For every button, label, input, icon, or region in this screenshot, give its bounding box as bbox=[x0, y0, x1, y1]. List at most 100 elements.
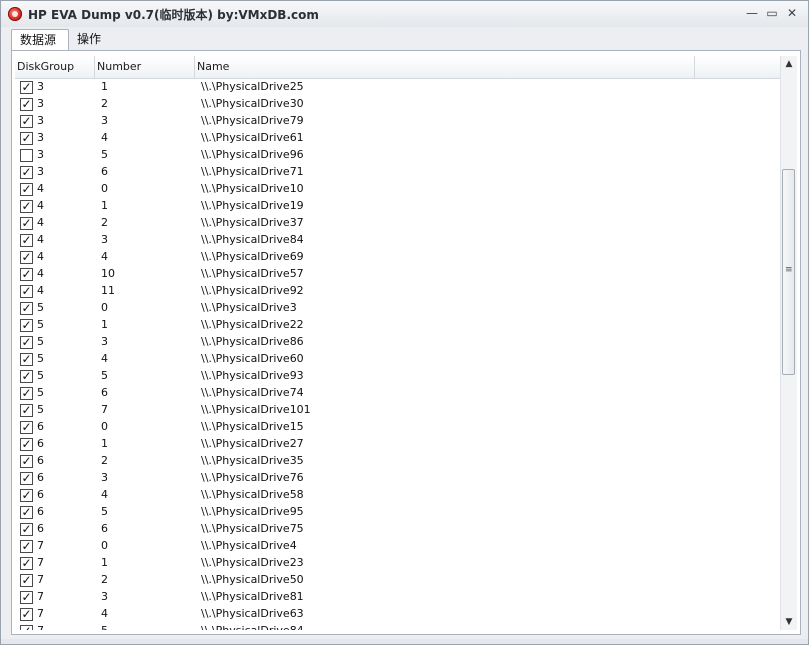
row-checkbox-checked[interactable]: ✓ bbox=[20, 353, 33, 366]
table-row[interactable]: ✓ 5 3 \\.\PhysicalDrive86 bbox=[15, 334, 780, 351]
row-checkbox-checked[interactable]: ✓ bbox=[20, 81, 33, 94]
row-checkbox-checked[interactable]: ✓ bbox=[20, 183, 33, 196]
table-row[interactable]: ✓ 6 0 \\.\PhysicalDrive15 bbox=[15, 419, 780, 436]
tab-operations[interactable]: 操作 bbox=[69, 29, 109, 50]
table-row[interactable]: ✓ 6 4 \\.\PhysicalDrive58 bbox=[15, 487, 780, 504]
title-bar[interactable]: HP EVA Dump v0.7(临时版本) by:VMxDB.com — ▭ … bbox=[1, 1, 808, 27]
cell-number: 0 bbox=[101, 539, 108, 552]
row-checkbox-checked[interactable]: ✓ bbox=[20, 489, 33, 502]
row-checkbox-checked[interactable]: ✓ bbox=[20, 574, 33, 587]
column-header-filler bbox=[695, 56, 780, 78]
table-row[interactable]: ✓ 4 11 \\.\PhysicalDrive92 bbox=[15, 283, 780, 300]
cell-number: 6 bbox=[101, 165, 108, 178]
table-row[interactable]: ✓ 5 7 \\.\PhysicalDrive101 bbox=[15, 402, 780, 419]
cell-diskgroup: 3 bbox=[37, 148, 44, 161]
cell-diskgroup: 6 bbox=[37, 437, 44, 450]
cell-number: 6 bbox=[101, 386, 108, 399]
table-row[interactable]: ✓ 4 1 \\.\PhysicalDrive19 bbox=[15, 198, 780, 215]
column-header-diskgroup[interactable]: DiskGroup bbox=[15, 56, 95, 78]
row-checkbox-checked[interactable]: ✓ bbox=[20, 336, 33, 349]
window-bottom-edge bbox=[1, 639, 808, 644]
cell-name: \\.\PhysicalDrive84 bbox=[201, 233, 304, 246]
row-checkbox-checked[interactable]: ✓ bbox=[20, 438, 33, 451]
row-checkbox-checked[interactable]: ✓ bbox=[20, 132, 33, 145]
table-row[interactable]: ✓ 6 6 \\.\PhysicalDrive75 bbox=[15, 521, 780, 538]
table-row[interactable]: ✓ 4 2 \\.\PhysicalDrive37 bbox=[15, 215, 780, 232]
table-row[interactable]: ✓ 4 0 \\.\PhysicalDrive10 bbox=[15, 181, 780, 198]
table-row[interactable]: ✓ 4 10 \\.\PhysicalDrive57 bbox=[15, 266, 780, 283]
row-checkbox-checked[interactable]: ✓ bbox=[20, 115, 33, 128]
tab-datasource[interactable]: 数据源 bbox=[11, 29, 69, 50]
cell-name: \\.\PhysicalDrive74 bbox=[201, 386, 304, 399]
row-checkbox-checked[interactable]: ✓ bbox=[20, 472, 33, 485]
row-checkbox-checked[interactable]: ✓ bbox=[20, 557, 33, 570]
row-checkbox-checked[interactable]: ✓ bbox=[20, 455, 33, 468]
row-checkbox-checked[interactable]: ✓ bbox=[20, 404, 33, 417]
table-row[interactable]: ✓ 5 6 \\.\PhysicalDrive74 bbox=[15, 385, 780, 402]
row-checkbox-checked[interactable]: ✓ bbox=[20, 625, 33, 630]
column-header-name[interactable]: Name bbox=[195, 56, 695, 78]
close-icon[interactable]: ✕ bbox=[784, 5, 800, 21]
table-row[interactable]: ✓ 7 4 \\.\PhysicalDrive63 bbox=[15, 606, 780, 623]
table-row[interactable]: ✓ 7 5 \\.\PhysicalDrive84 bbox=[15, 623, 780, 630]
row-checkbox-checked[interactable]: ✓ bbox=[20, 523, 33, 536]
row-checkbox-checked[interactable]: ✓ bbox=[20, 285, 33, 298]
cell-diskgroup: 7 bbox=[37, 539, 44, 552]
scroll-down-icon[interactable]: ▼ bbox=[781, 614, 797, 630]
table-row[interactable]: ✓ 7 2 \\.\PhysicalDrive50 bbox=[15, 572, 780, 589]
table-row[interactable]: ✓ 3 2 \\.\PhysicalDrive30 bbox=[15, 96, 780, 113]
cell-name: \\.\PhysicalDrive60 bbox=[201, 352, 304, 365]
cell-number: 2 bbox=[101, 216, 108, 229]
table-row[interactable]: ✓ 3 4 \\.\PhysicalDrive61 bbox=[15, 130, 780, 147]
row-checkbox[interactable] bbox=[20, 149, 33, 162]
cell-number: 6 bbox=[101, 522, 108, 535]
table-row[interactable]: ✓ 3 6 \\.\PhysicalDrive71 bbox=[15, 164, 780, 181]
table-row[interactable]: ✓ 5 1 \\.\PhysicalDrive22 bbox=[15, 317, 780, 334]
scroll-up-icon[interactable]: ▲ bbox=[781, 56, 797, 72]
cell-number: 3 bbox=[101, 233, 108, 246]
row-checkbox-checked[interactable]: ✓ bbox=[20, 200, 33, 213]
row-checkbox-checked[interactable]: ✓ bbox=[20, 319, 33, 332]
table-row[interactable]: ✓ 6 3 \\.\PhysicalDrive76 bbox=[15, 470, 780, 487]
table-row[interactable]: ✓ 6 1 \\.\PhysicalDrive27 bbox=[15, 436, 780, 453]
tab-strip: 数据源 操作 bbox=[1, 27, 808, 50]
cell-diskgroup: 7 bbox=[37, 573, 44, 586]
row-checkbox-checked[interactable]: ✓ bbox=[20, 302, 33, 315]
row-checkbox-checked[interactable]: ✓ bbox=[20, 387, 33, 400]
table-row[interactable]: ✓ 7 0 \\.\PhysicalDrive4 bbox=[15, 538, 780, 555]
row-checkbox-checked[interactable]: ✓ bbox=[20, 540, 33, 553]
column-header-number[interactable]: Number bbox=[95, 56, 195, 78]
row-checkbox-checked[interactable]: ✓ bbox=[20, 608, 33, 621]
table-row[interactable]: ✓ 3 1 \\.\PhysicalDrive25 bbox=[15, 79, 780, 96]
cell-number: 1 bbox=[101, 80, 108, 93]
table-row[interactable]: ✓ 5 5 \\.\PhysicalDrive93 bbox=[15, 368, 780, 385]
minimize-icon[interactable]: — bbox=[744, 5, 760, 21]
table-row[interactable]: ✓ 7 1 \\.\PhysicalDrive23 bbox=[15, 555, 780, 572]
row-checkbox-checked[interactable]: ✓ bbox=[20, 217, 33, 230]
row-checkbox-checked[interactable]: ✓ bbox=[20, 98, 33, 111]
row-checkbox-checked[interactable]: ✓ bbox=[20, 591, 33, 604]
table-row[interactable]: ✓ 4 3 \\.\PhysicalDrive84 bbox=[15, 232, 780, 249]
row-checkbox-checked[interactable]: ✓ bbox=[20, 234, 33, 247]
cell-name: \\.\PhysicalDrive95 bbox=[201, 505, 304, 518]
row-checkbox-checked[interactable]: ✓ bbox=[20, 251, 33, 264]
table-row[interactable]: ✓ 7 3 \\.\PhysicalDrive81 bbox=[15, 589, 780, 606]
table-row[interactable]: ✓ 4 4 \\.\PhysicalDrive69 bbox=[15, 249, 780, 266]
cell-diskgroup: 7 bbox=[37, 590, 44, 603]
table-row[interactable]: ✓ 5 4 \\.\PhysicalDrive60 bbox=[15, 351, 780, 368]
table-row[interactable]: 3 5 \\.\PhysicalDrive96 bbox=[15, 147, 780, 164]
table-row[interactable]: ✓ 3 3 \\.\PhysicalDrive79 bbox=[15, 113, 780, 130]
drive-table: DiskGroup Number Name ✓ 3 1 \\.\PhysicalDri… bbox=[15, 56, 780, 630]
table-row[interactable]: ✓ 6 2 \\.\PhysicalDrive35 bbox=[15, 453, 780, 470]
row-checkbox-checked[interactable]: ✓ bbox=[20, 166, 33, 179]
restore-icon[interactable]: ▭ bbox=[764, 5, 780, 21]
table-row[interactable]: ✓ 5 0 \\.\PhysicalDrive3 bbox=[15, 300, 780, 317]
table-row[interactable]: ✓ 6 5 \\.\PhysicalDrive95 bbox=[15, 504, 780, 521]
row-checkbox-checked[interactable]: ✓ bbox=[20, 506, 33, 519]
row-checkbox-checked[interactable]: ✓ bbox=[20, 421, 33, 434]
row-checkbox-checked[interactable]: ✓ bbox=[20, 370, 33, 383]
row-checkbox-checked[interactable]: ✓ bbox=[20, 268, 33, 281]
cell-diskgroup: 3 bbox=[37, 80, 44, 93]
vertical-scrollbar[interactable]: ▲ ≡ ▼ bbox=[780, 56, 797, 630]
scrollbar-thumb[interactable]: ≡ bbox=[782, 169, 795, 375]
